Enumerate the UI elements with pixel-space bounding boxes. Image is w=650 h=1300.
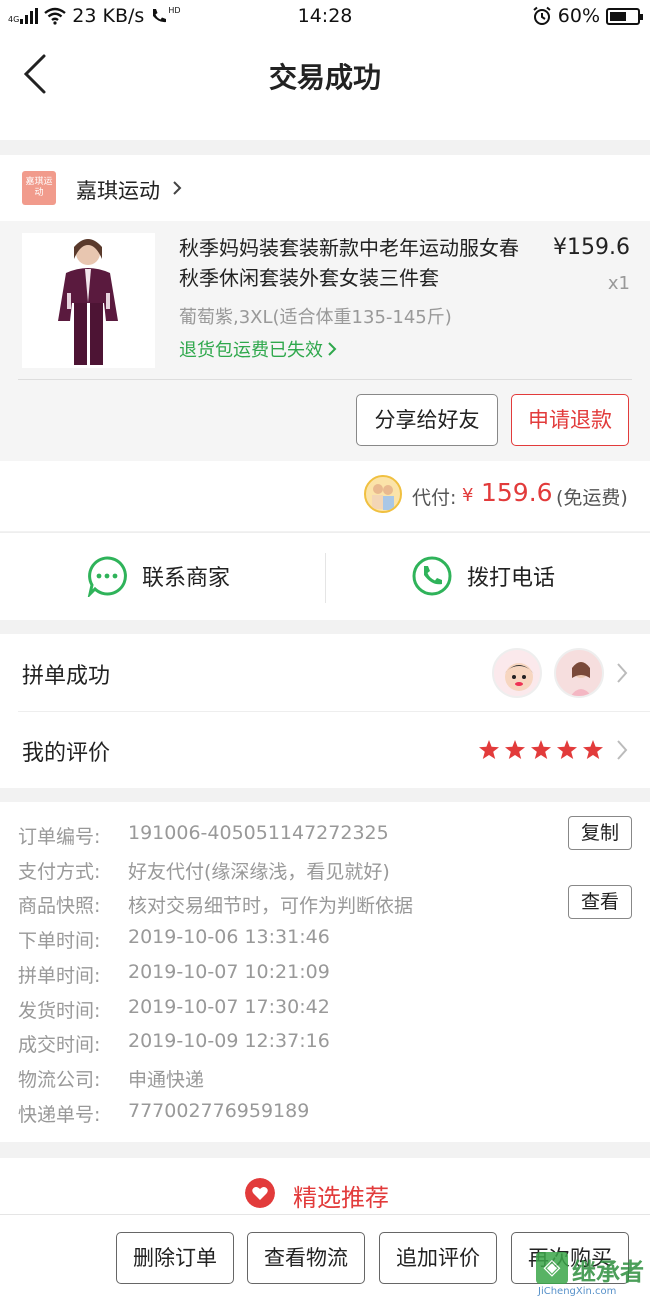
product-card[interactable]: 秋季妈妈装套装新款中老年运动服女春秋季休闲套装外套女装三件套 ¥159.6 x1… [0,221,650,461]
contact-merchant-label: 联系商家 [142,566,231,591]
star-icon [505,740,525,759]
payer-avatar [364,475,402,513]
star-icon [531,740,551,759]
payment-amount: 159.6 [481,478,553,507]
payment-label: 代付: [412,487,457,509]
product-quantity: x1 [607,273,630,294]
battery-fill [610,11,626,21]
product-spec: 葡萄紫,3XL(适合体重135-145斤) [179,307,452,328]
battery-percent: 60% [557,5,600,27]
info-row-ship-time: 发货时间: 2019-10-07 17:30:42 [18,996,330,1023]
divider [18,711,650,712]
page-title: 交易成功 [268,61,381,94]
call-phone-label: 拨打电话 [467,566,556,591]
store-row[interactable]: 嘉琪运动 嘉琪运动 [0,155,650,221]
rating-stars [478,739,604,761]
payment-row: 代付: ¥ 159.6 (免运费) [0,461,650,531]
chevron-right-icon [617,740,628,760]
info-row-group-time: 拼单时间: 2019-10-07 10:21:09 [18,961,330,988]
nav-bar: 交易成功 [0,34,650,140]
divider [18,379,632,380]
star-icon [583,740,603,759]
store-name[interactable]: 嘉琪运动 [76,175,160,205]
copy-button[interactable]: 复制 [567,816,632,850]
chevron-right-icon [617,663,628,683]
info-key: 成交时间: [18,1034,101,1056]
return-shipping-note[interactable]: 退货包运费已失效 [179,336,337,362]
contact-row: 联系商家 拨打电话 [0,532,650,620]
info-key: 下单时间: [18,930,101,952]
info-key: 支付方式: [18,861,101,883]
avatar [554,648,604,698]
group-success-row[interactable]: 拼单成功 [0,634,650,711]
phone-icon [412,556,452,596]
store-logo: 嘉琪运动 [22,171,56,205]
info-row-payment-method: 支付方式: 好友代付(缘深缘浅，看见就好) [18,857,390,884]
info-key: 商品快照: [18,895,101,917]
info-value: 777002776959189 [128,1100,310,1122]
product-photo [22,233,155,368]
alarm-icon [533,6,551,25]
info-key: 物流公司: [18,1069,101,1091]
watermark-url: JiChengXin.com [538,1286,617,1297]
divider [325,553,326,603]
chevron-right-icon [173,181,182,195]
add-review-button[interactable]: 追加评价 [379,1232,497,1284]
info-value: 好友代付(缘深缘浅，看见就好) [128,861,390,883]
info-row-order-number: 订单编号: 191006-405051147272325 [18,822,389,849]
info-row-deal-time: 成交时间: 2019-10-09 12:37:16 [18,1030,330,1057]
info-key: 订单编号: [18,826,101,848]
shipping-note: (免运费) [556,487,628,509]
group-success-label: 拼单成功 [22,664,111,689]
chevron-right-icon [328,342,337,356]
view-snapshot-button[interactable]: 查看 [567,885,632,919]
product-image[interactable] [22,233,155,368]
info-value: 191006-405051147272325 [128,822,389,844]
payment-currency: ¥ [462,485,474,506]
info-value: 2019-10-07 17:30:42 [128,996,330,1018]
refund-button[interactable]: 申请退款 [511,394,629,446]
status-right: 60% [532,5,643,27]
status-card: 拼单成功 我的评价 [0,634,650,788]
call-phone-button[interactable]: 拨打电话 [411,555,555,597]
info-row-logistics-company: 物流公司: 申通快递 [18,1065,204,1092]
view-logistics-button[interactable]: 查看物流 [247,1232,365,1284]
info-row-order-time: 下单时间: 2019-10-06 13:31:46 [18,926,330,953]
product-price: ¥159.6 [553,235,630,260]
contact-merchant-button[interactable]: 联系商家 [86,555,230,597]
order-info-card: 订单编号: 191006-405051147272325 复制 支付方式: 好友… [0,802,650,1142]
info-key: 发货时间: [18,1000,101,1022]
info-key: 快递单号: [18,1104,101,1126]
product-title[interactable]: 秋季妈妈装套装新款中老年运动服女春秋季休闲套装外套女装三件套 [179,233,529,293]
recommend-title: 精选推荐 [293,1184,389,1212]
my-review-label: 我的评价 [22,741,111,766]
info-value: 2019-10-06 13:31:46 [128,926,330,948]
info-value: 2019-10-07 10:21:09 [128,961,330,983]
info-row-snapshot: 商品快照: 核对交易细节时，可作为判断依据 [18,891,413,918]
info-value: 申通快递 [128,1069,205,1091]
watermark-cube-icon: ◈ [536,1252,568,1284]
return-shipping-label: 退货包运费已失效 [179,340,323,361]
heart-icon [245,1178,275,1208]
watermark-text: 继承者 [572,1258,644,1286]
share-button[interactable]: 分享给好友 [356,394,498,446]
info-value: 2019-10-09 12:37:16 [128,1030,330,1052]
info-value: 核对交易细节时，可作为判断依据 [128,895,414,917]
status-bar: 4G 23 KB/s HD 14:28 60% [0,0,650,34]
star-icon [479,740,499,759]
star-icon [557,740,577,759]
avatar [492,648,542,698]
my-review-row[interactable]: 我的评价 [0,711,650,788]
delete-order-button[interactable]: 删除订单 [116,1232,234,1284]
battery-icon [606,7,643,25]
chat-bubble-icon [87,556,127,597]
info-key: 拼单时间: [18,965,101,987]
info-row-tracking-number: 快递单号: 777002776959189 [18,1100,309,1127]
recommend-header: 精选推荐 [0,1158,650,1218]
watermark-logo: ◈ 继承者 JiChengXin.com [534,1246,650,1300]
